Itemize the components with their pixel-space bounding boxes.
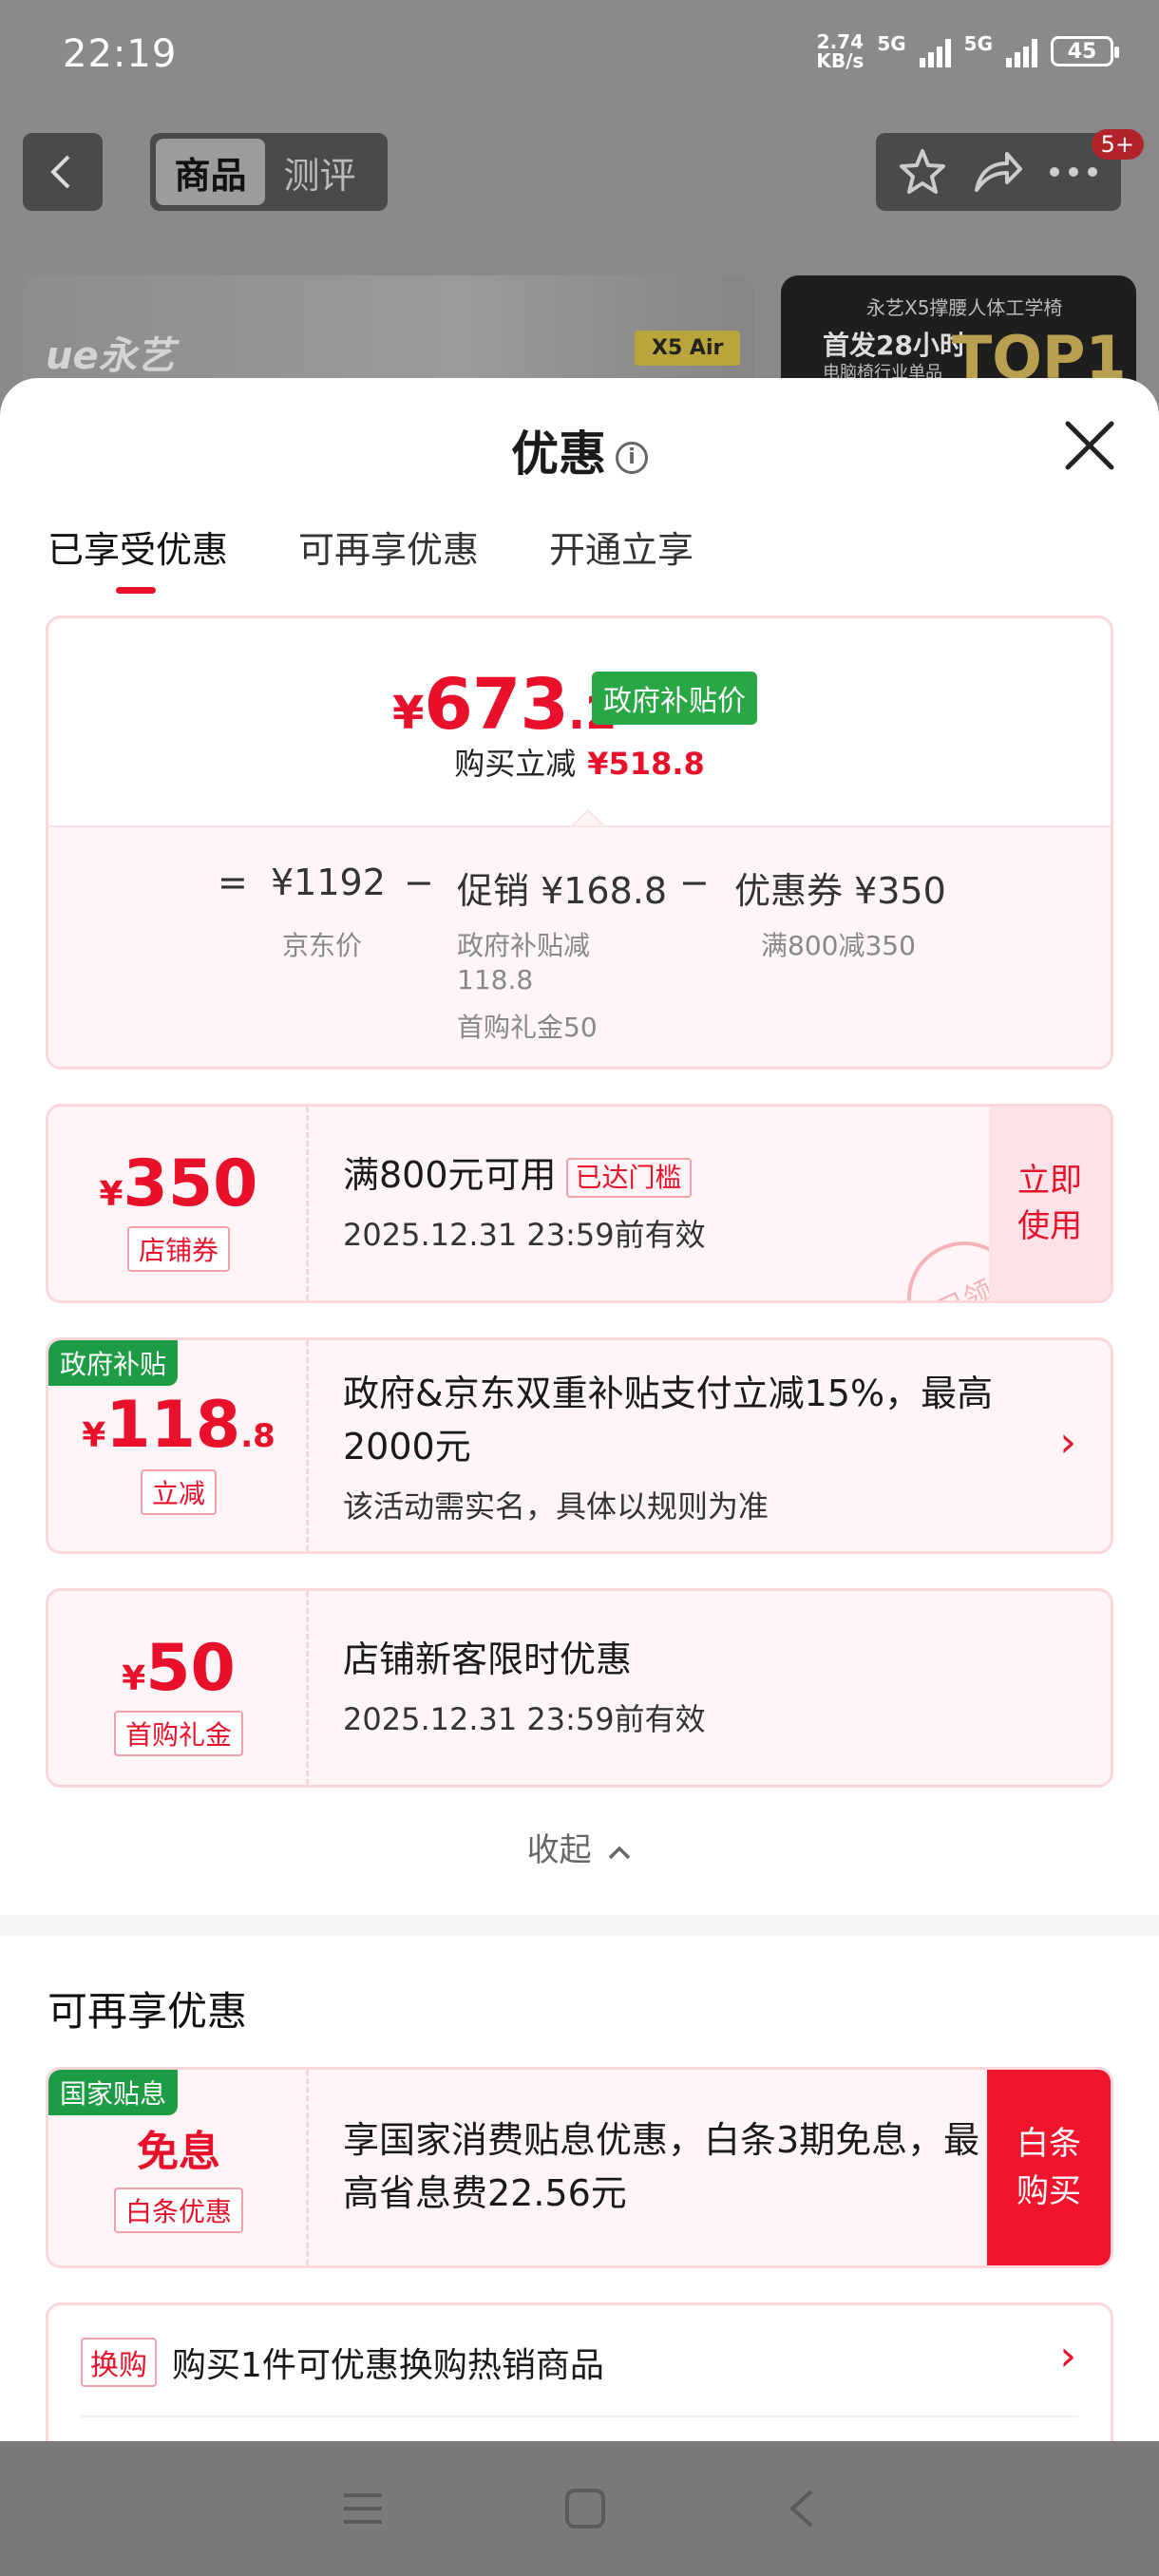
- interest-free-text: 享国家消费贴息优惠，白条3期免息，最高省息费22.56元: [343, 2119, 980, 2214]
- tab-goods[interactable]: 商品: [156, 139, 265, 205]
- gift-title: 店铺新客限时优惠: [343, 1638, 633, 1680]
- direct-cut: 购买立减 ¥518.8: [454, 746, 705, 782]
- use-now-button[interactable]: 立即 使用: [989, 1107, 1111, 1300]
- star-icon[interactable]: [897, 146, 948, 198]
- baitiao-buy-button[interactable]: 白条 购买: [987, 2070, 1111, 2265]
- gift-amount: ¥50: [122, 1631, 236, 1706]
- coupon-sub: 满800减350: [761, 930, 916, 961]
- equals-sign: =: [218, 862, 248, 903]
- promo-amount: 促销 ¥168.8: [457, 870, 668, 912]
- promo-sub-1: 政府补贴减: [457, 930, 591, 961]
- promo-line-1: 永艺X5撑腰人体工学椅: [866, 296, 1063, 319]
- collapse-button[interactable]: 收起: [0, 1824, 1159, 1870]
- status-bar: 22:19 2.74 KB/s 5G 5G 45: [0, 0, 1159, 114]
- store-coupon-card: ¥350 店铺券 满800元可用 已达门槛 2025.12.31 23:59前有效…: [46, 1104, 1113, 1303]
- battery-icon: 45: [1051, 36, 1119, 66]
- minus-sign: −: [679, 862, 710, 903]
- brand-logo: ue永艺: [46, 334, 175, 378]
- interest-free-label: 免息: [137, 2128, 220, 2176]
- gift-validity: 2025.12.31 23:59前有效: [343, 1701, 706, 1737]
- tab-enjoyed[interactable]: 已享受优惠: [48, 521, 228, 594]
- tab-more-available[interactable]: 可再享优惠: [298, 521, 479, 590]
- final-price: ¥ 673 .2: [392, 664, 618, 746]
- coupon-amount: ¥350: [99, 1146, 258, 1222]
- subsidy-title: 政府&京东双重补贴支付立减15%，最高2000元: [343, 1373, 994, 1468]
- section-divider: [0, 1915, 1159, 1936]
- price-summary: ¥ 673 .2 政府补贴价 购买立减¥518.8 = ¥1192 − 促销 ¥…: [46, 616, 1113, 1070]
- right-tools: [876, 133, 1121, 211]
- back-button[interactable]: [23, 133, 103, 211]
- coupon-amount: 优惠券 ¥350: [734, 870, 946, 912]
- home-icon[interactable]: [564, 2488, 606, 2529]
- gov-subsidy-badge: 政府补贴价: [592, 672, 757, 725]
- gov-subsidy-card[interactable]: ¥118.8 立减 政府补贴 政府&京东双重补贴支付立减15%，最高2000元 …: [46, 1337, 1113, 1554]
- background-page: 22:19 2.74 KB/s 5G 5G 45 商品 测评 5+ ue永艺 X…: [0, 0, 1159, 437]
- subsidy-type-tag: 立减: [140, 1469, 217, 1515]
- jd-price: ¥1192: [271, 862, 386, 903]
- coupon-title: 满800元可用 已达门槛: [343, 1148, 692, 1202]
- close-icon[interactable]: [1062, 418, 1117, 473]
- tab-activate[interactable]: 开通立享: [549, 521, 694, 590]
- discount-tabs: 已享受优惠 可再享优惠 开通立享: [48, 521, 694, 594]
- goods-review-switch: 商品 测评: [150, 133, 388, 211]
- notification-badge: 5+: [1091, 129, 1144, 160]
- coupon-type-tag: 店铺券: [126, 1226, 230, 1272]
- signal-label-2: 5G: [963, 32, 993, 55]
- chevron-right-icon: ›: [1059, 2332, 1076, 2380]
- pointer-notch: [571, 808, 605, 827]
- first-purchase-card: ¥50 首购礼金 店铺新客限时优惠 2025.12.31 23:59前有效: [46, 1588, 1113, 1788]
- sheet-title: 优惠 i: [0, 416, 1159, 484]
- signal-label-1: 5G: [877, 32, 906, 55]
- status-icons: 2.74 KB/s 5G 5G 45: [816, 30, 1119, 72]
- section-title-more: 可再享优惠: [48, 1988, 248, 2035]
- back-icon[interactable]: [787, 2488, 817, 2529]
- discount-sheet: 优惠i 已享受优惠 可再享优惠 开通立享 ¥ 673 .2 政府补贴价 购买立减…: [0, 378, 1159, 2441]
- share-icon[interactable]: [971, 148, 1024, 196]
- exchange-text: 购买1件可优惠换购热销商品: [172, 2346, 604, 2385]
- promo-sub-2: 118.8: [457, 964, 534, 995]
- national-subsidy-badge: 国家贴息: [48, 2070, 179, 2115]
- promo-sub-3: 首购礼金50: [457, 1012, 598, 1043]
- chevron-left-icon: [50, 155, 70, 189]
- subsidy-note: 该活动需实名，具体以规则为准: [343, 1488, 770, 1525]
- baitiao-tag: 白条优惠: [113, 2188, 243, 2233]
- menu-icon[interactable]: [342, 2490, 384, 2528]
- jd-price-label: 京东价: [282, 930, 363, 961]
- promo-line-2: 首发28小时: [823, 330, 966, 361]
- net-speed: 2.74 KB/s: [816, 30, 864, 72]
- exchange-card[interactable]: 换购 购买1件可优惠换购热销商品 ›: [46, 2302, 1113, 2441]
- system-nav-bar: [0, 2441, 1159, 2576]
- coupon-validity: 2025.12.31 23:59前有效: [343, 1217, 706, 1253]
- tab-review[interactable]: 测评: [265, 139, 374, 205]
- top-nav: 商品 测评 5+: [0, 129, 1159, 213]
- more-icon[interactable]: [1047, 165, 1100, 179]
- chevron-right-icon: ›: [1059, 1418, 1076, 1467]
- signal-icon: [919, 35, 951, 67]
- status-time: 22:19: [63, 32, 178, 76]
- model-tag: X5 Air: [635, 331, 741, 366]
- chevron-up-icon: [609, 1846, 631, 1860]
- exchange-tag: 换购: [81, 2338, 157, 2387]
- subsidy-amount: ¥118.8: [82, 1388, 276, 1463]
- divider-line: [81, 2415, 1078, 2417]
- info-icon[interactable]: i: [616, 441, 648, 474]
- interest-free-card: 免息 白条优惠 国家贴息 享国家消费贴息优惠，白条3期免息，最高省息费22.56…: [46, 2067, 1113, 2268]
- minus-sign: −: [404, 862, 434, 903]
- gov-subsidy-corner-badge: 政府补贴: [48, 1340, 179, 1386]
- price-breakdown: = ¥1192 − 促销 ¥168.8 − 优惠券 ¥350 京东价 政府补贴减…: [48, 825, 1111, 1067]
- gift-type-tag: 首购礼金: [113, 1711, 243, 1756]
- threshold-reached-badge: 已达门槛: [565, 1157, 692, 1198]
- signal-icon: [1006, 35, 1037, 67]
